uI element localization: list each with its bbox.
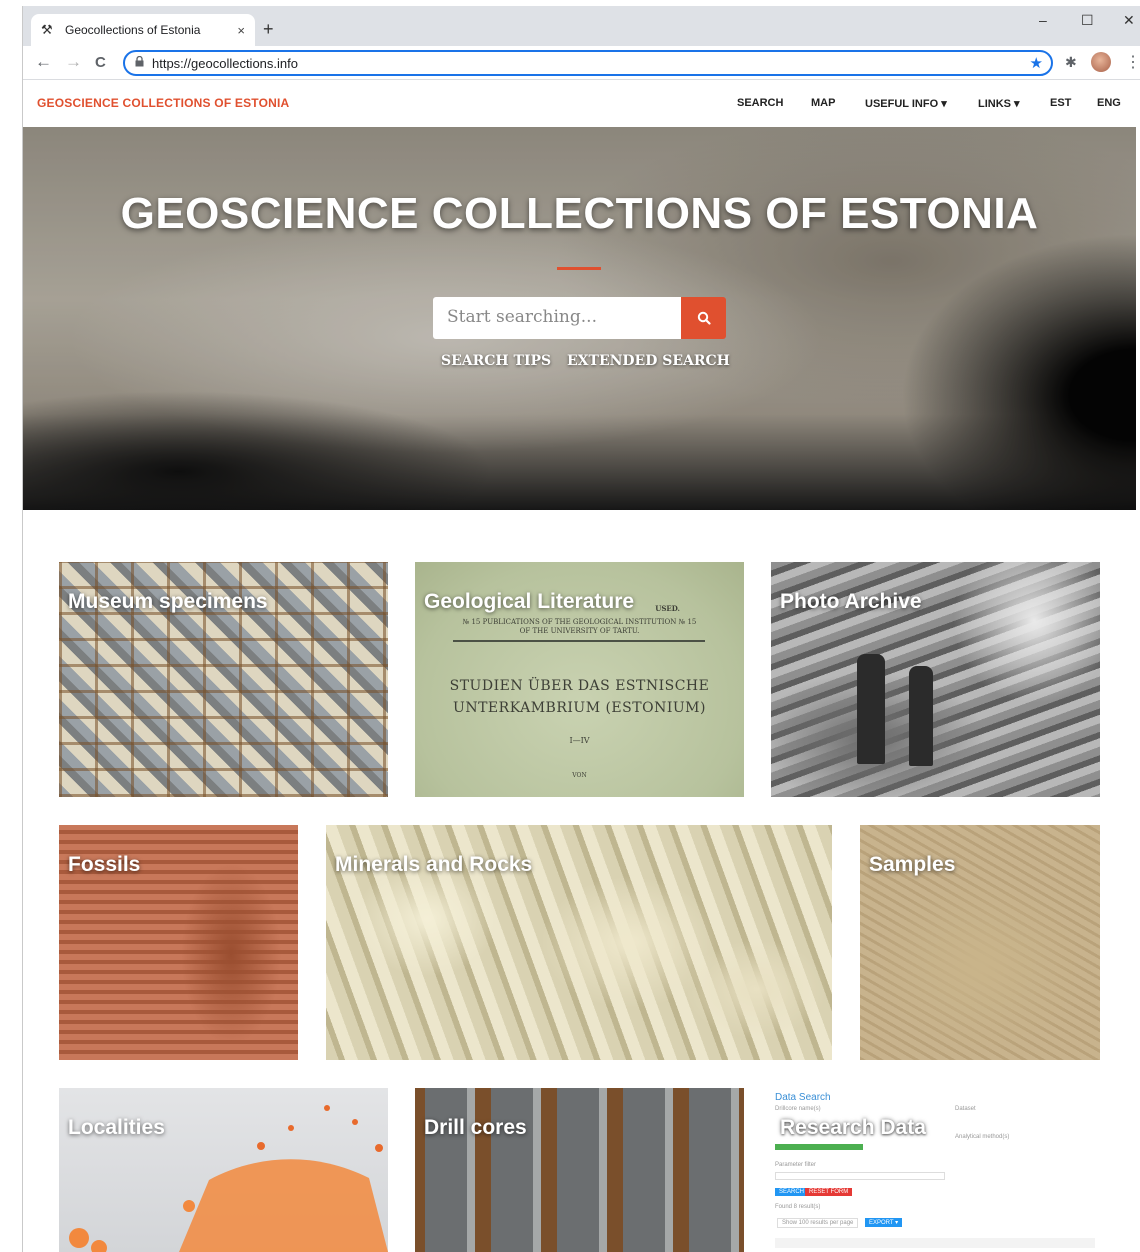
cover-rule <box>453 640 705 642</box>
nav-search-link[interactable]: SEARCH <box>737 97 783 109</box>
browser-window: ⚒ Geocollections of Estonia × + – ☐ ✕ ← … <box>22 6 1140 1252</box>
tile-label: Minerals and Rocks <box>335 853 533 876</box>
research-table-header <box>775 1238 1095 1248</box>
tab-strip: ⚒ Geocollections of Estonia × + – ☐ ✕ <box>23 6 1140 46</box>
browser-menu-icon[interactable]: ⋮ <box>1125 52 1140 72</box>
site-brand-link[interactable]: GEOSCIENCE COLLECTIONS OF ESTONIA <box>37 96 289 110</box>
new-tab-button[interactable]: + <box>263 19 274 40</box>
hero-title: GEOSCIENCE COLLECTIONS OF ESTONIA <box>120 189 1039 238</box>
nav-map-link[interactable]: MAP <box>811 97 835 109</box>
research-analytical-label: Analytical method(s) <box>955 1134 1010 1140</box>
nav-links-dropdown[interactable]: LINKS ▾ <box>978 97 1020 110</box>
photo-person-left <box>857 654 885 764</box>
research-drillcore-label: Drillcore name(s) <box>775 1106 821 1112</box>
cover-volume: I—IV <box>569 736 590 745</box>
profile-avatar[interactable] <box>1091 52 1111 72</box>
tile-localities[interactable]: Localities <box>59 1088 388 1252</box>
extensions-puzzle-icon[interactable]: ✱ <box>1065 54 1077 71</box>
tile-label: Drill cores <box>424 1116 527 1139</box>
localities-map-dots <box>69 1105 388 1252</box>
cover-title-line2: UNTERKAMBRIUM (ESTONIUM) <box>453 700 706 716</box>
tile-minerals-and-rocks[interactable]: Minerals and Rocks <box>326 825 832 1060</box>
hero-banner: GEOSCIENCE COLLECTIONS OF ESTONIA Start … <box>23 127 1136 510</box>
tile-photo-archive[interactable]: Photo Archive <box>771 562 1100 797</box>
tile-geological-literature[interactable]: USED. № 15 PUBLICATIONS OF THE GEOLOGICA… <box>415 562 744 797</box>
extended-search-link[interactable]: EXTENDED SEARCH <box>567 353 730 369</box>
research-heading: Data Search <box>775 1092 831 1103</box>
tile-drill-cores[interactable]: Drill cores <box>415 1088 744 1252</box>
search-tips-link[interactable]: SEARCH TIPS <box>441 353 551 369</box>
tile-research-data[interactable]: Data Search Drillcore name(s) Dataset An… <box>771 1088 1100 1252</box>
address-bar[interactable]: https://geocollections.info ★ <box>123 50 1053 76</box>
research-tags <box>775 1144 863 1150</box>
bookmark-star-icon[interactable]: ★ <box>1030 54 1043 72</box>
forward-arrow-icon[interactable]: → <box>65 52 82 72</box>
photo-person-right <box>909 666 933 766</box>
hero-divider <box>557 267 601 270</box>
hero-search-button[interactable] <box>681 297 726 339</box>
tile-label: Localities <box>68 1116 165 1139</box>
research-reset-button: RESET FORM <box>805 1188 853 1196</box>
url-text: https://geocollections.info <box>152 55 298 71</box>
cover-von: VON <box>572 772 587 779</box>
hammer-pick-icon: ⚒ <box>41 22 53 37</box>
research-export-button: EXPORT ▾ <box>865 1218 903 1227</box>
site-navbar: GEOSCIENCE COLLECTIONS OF ESTONIA SEARCH… <box>23 81 1140 127</box>
close-tab-icon[interactable]: × <box>237 23 245 38</box>
cover-publication-line: № 15 PUBLICATIONS OF THE GEOLOGICAL INST… <box>462 618 697 626</box>
nav-language-eng[interactable]: ENG <box>1097 97 1121 109</box>
browser-tab[interactable]: ⚒ Geocollections of Estonia × <box>31 14 255 46</box>
window-close-icon[interactable]: ✕ <box>1123 12 1135 29</box>
research-found-count: Found 8 result(s) <box>775 1204 821 1210</box>
search-icon <box>697 311 711 325</box>
lock-icon <box>135 55 144 70</box>
research-filter-row <box>775 1172 945 1180</box>
research-parameter-label: Parameter filter <box>775 1162 817 1168</box>
research-page-size: Show 100 results per page <box>777 1218 859 1228</box>
minimize-icon[interactable]: – <box>1039 12 1047 28</box>
research-search-button: SEARCH <box>775 1188 809 1196</box>
tile-museum-specimens[interactable]: Museum specimens <box>59 562 388 797</box>
tile-label: Photo Archive <box>780 590 922 613</box>
browser-toolbar: ← → C https://geocollections.info ★ ✱ ⋮ <box>23 46 1140 80</box>
tile-label: Geological Literature <box>424 590 635 613</box>
hero-search-input[interactable]: Start searching... <box>433 297 681 339</box>
cover-title-line1: STUDIEN ÜBER DAS ESTNISCHE <box>449 678 710 694</box>
tab-title: Geocollections of Estonia <box>65 23 201 37</box>
tile-label: Research Data <box>780 1116 926 1139</box>
nav-useful-info-dropdown[interactable]: USEFUL INFO ▾ <box>865 97 947 110</box>
research-dataset-label: Dataset <box>955 1106 976 1112</box>
tile-fossils[interactable]: Fossils <box>59 825 298 1060</box>
tile-label: Samples <box>869 853 956 876</box>
cover-university-line: OF THE UNIVERSITY OF TARTU. <box>519 627 640 635</box>
maximize-icon[interactable]: ☐ <box>1081 12 1094 29</box>
reload-icon[interactable]: C <box>95 54 106 71</box>
back-arrow-icon[interactable]: ← <box>35 52 52 72</box>
tile-label: Museum specimens <box>68 590 268 613</box>
nav-language-est[interactable]: EST <box>1050 97 1071 109</box>
tile-label: Fossils <box>68 853 141 876</box>
tile-samples[interactable]: Samples <box>860 825 1100 1060</box>
